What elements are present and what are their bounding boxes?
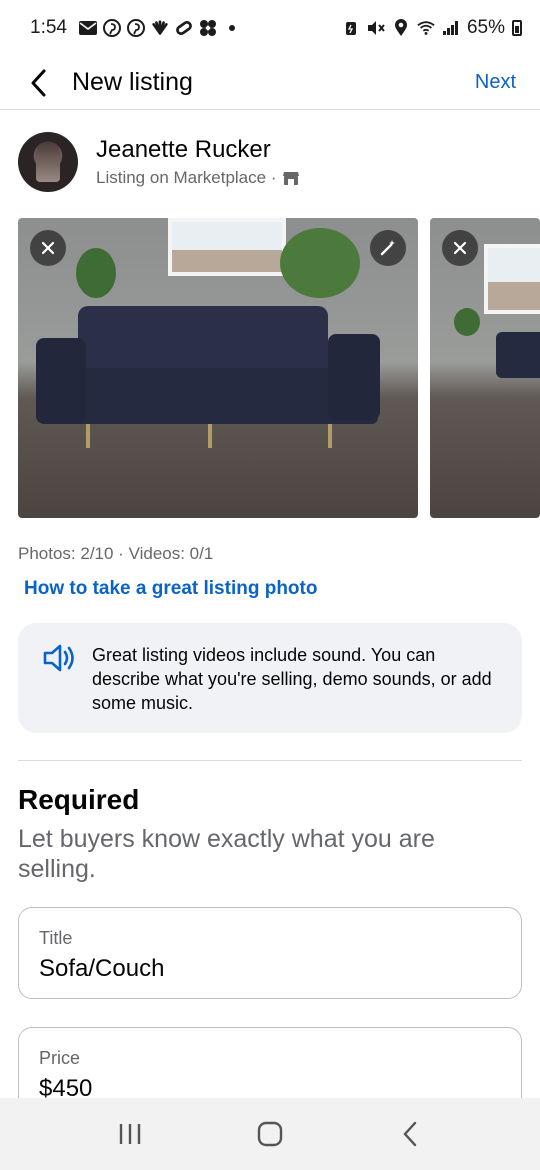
page-title: New listing xyxy=(72,68,193,96)
pinterest-icon xyxy=(102,19,121,37)
marketplace-shop-icon xyxy=(283,172,300,185)
status-bar: 1:54 65% xyxy=(0,0,540,56)
notification-dot-icon xyxy=(223,19,241,37)
avatar[interactable] xyxy=(18,132,78,192)
mute-icon xyxy=(367,19,385,37)
required-heading: Required xyxy=(18,784,140,815)
required-subheading: Let buyers know exactly what you are sel… xyxy=(18,825,435,883)
system-back-button[interactable] xyxy=(380,1114,440,1154)
listing-photo[interactable] xyxy=(18,218,418,518)
chevron-left-icon xyxy=(403,1121,417,1147)
video-sound-tip: Great listing videos include sound. You … xyxy=(18,623,522,733)
email-icon xyxy=(78,19,97,37)
battery-saver-icon xyxy=(342,19,360,37)
speaker-icon xyxy=(42,643,78,683)
magic-wand-icon xyxy=(380,240,395,256)
location-icon xyxy=(392,19,410,37)
tip-text: Great listing videos include sound. You … xyxy=(92,645,492,713)
signal-icon xyxy=(442,19,460,37)
title-value[interactable]: Sofa/Couch xyxy=(39,955,501,983)
photo-tips-link[interactable]: How to take a great listing photo xyxy=(24,578,317,600)
remove-photo-button[interactable] xyxy=(442,230,478,266)
back-button[interactable] xyxy=(20,65,56,101)
wifi-icon xyxy=(417,19,435,37)
divider xyxy=(18,760,522,761)
close-icon xyxy=(41,241,55,255)
media-counts: Photos: 2/10 · Videos: 0/1 xyxy=(18,544,214,563)
next-button[interactable]: Next xyxy=(475,71,516,94)
price-label: Price xyxy=(39,1048,81,1068)
battery-percent: 65% xyxy=(466,17,505,38)
system-navigation-bar xyxy=(0,1098,540,1170)
listing-photo[interactable] xyxy=(430,218,540,518)
home-button[interactable] xyxy=(240,1114,300,1154)
pinterest-icon xyxy=(126,19,145,37)
remove-photo-button[interactable] xyxy=(30,230,66,266)
seller-name: Jeanette Rucker xyxy=(96,136,271,163)
battery-icon xyxy=(512,20,522,36)
edit-photo-button[interactable] xyxy=(370,230,406,266)
close-icon xyxy=(453,241,467,255)
home-icon xyxy=(257,1121,283,1147)
photo-carousel[interactable] xyxy=(18,218,540,518)
title-label: Title xyxy=(39,928,73,948)
app-header: New listing Next xyxy=(0,56,540,110)
seller-row: Jeanette Rucker Listing on Marketplace · xyxy=(18,132,300,192)
nbc-peacock-icon xyxy=(151,19,169,37)
link-icon xyxy=(175,19,193,37)
recent-apps-icon xyxy=(119,1124,141,1144)
title-field[interactable]: Title Sofa/Couch xyxy=(18,907,522,999)
back-arrow-icon xyxy=(31,69,46,96)
recent-apps-button[interactable] xyxy=(100,1114,160,1154)
seller-subtitle: Listing on Marketplace · xyxy=(96,168,277,187)
seller-subtitle-row: Listing on Marketplace · xyxy=(96,168,300,188)
status-time: 1:54 xyxy=(30,17,67,38)
app-grid-icon xyxy=(199,19,217,37)
